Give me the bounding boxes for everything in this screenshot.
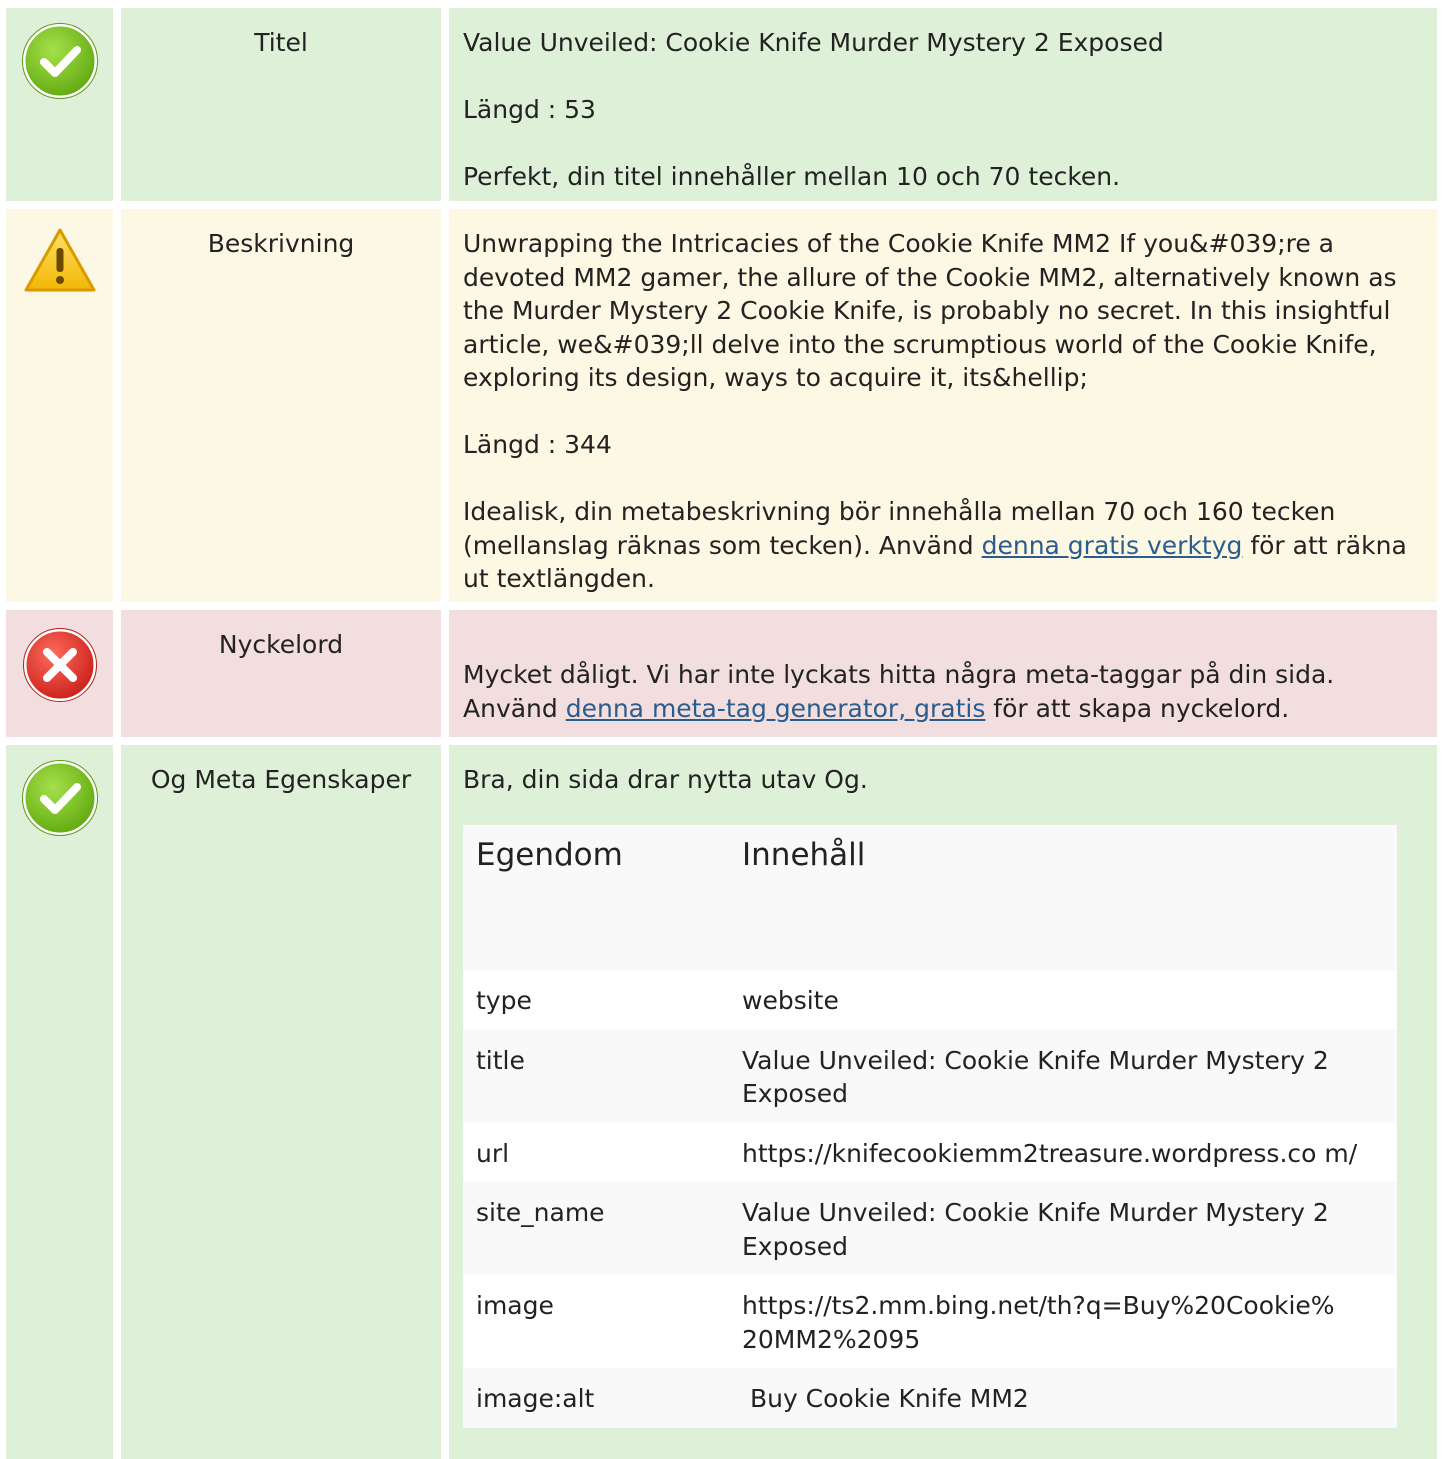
keywords-status-cell xyxy=(6,610,113,737)
description-label: Beskrivning xyxy=(121,209,441,602)
og-properties-table: Egendom Innehåll type website title Valu… xyxy=(463,825,1397,1428)
table-header-content: Innehåll xyxy=(729,825,1397,970)
table-row: type website xyxy=(463,970,1397,1030)
og-label: Og Meta Egenskaper xyxy=(121,745,441,1459)
title-message: Perfekt, din titel innehåller mellan 10 … xyxy=(463,162,1121,191)
og-property: title xyxy=(463,1029,729,1123)
description-length: Längd : 344 xyxy=(463,430,612,459)
description-message: Idealisk, din metabeskrivning bör innehå… xyxy=(463,495,1423,596)
table-row: image:alt Buy Cookie Knife MM2 xyxy=(463,1368,1397,1428)
table-row: url https://knifecookiemm2treasure.wordp… xyxy=(463,1122,1397,1182)
title-status-cell xyxy=(6,8,113,201)
og-property: url xyxy=(463,1122,729,1182)
keywords-content: Mycket dåligt. Vi har inte lyckats hitta… xyxy=(449,610,1437,737)
table-row: title Value Unveiled: Cookie Knife Murde… xyxy=(463,1029,1397,1123)
og-value: Value Unveiled: Cookie Knife Murder Myst… xyxy=(729,1029,1397,1123)
og-property: image:alt xyxy=(463,1368,729,1428)
title-text: Value Unveiled: Cookie Knife Murder Myst… xyxy=(463,28,1164,57)
error-x-icon xyxy=(23,628,97,702)
warning-icon xyxy=(24,228,96,292)
description-text: Unwrapping the Intricacies of the Cookie… xyxy=(463,229,1397,392)
og-property: type xyxy=(463,970,729,1030)
title-label: Titel xyxy=(121,8,441,201)
check-circle-icon xyxy=(22,23,98,99)
og-property: image xyxy=(463,1275,729,1368)
og-value: Value Unveiled: Cookie Knife Murder Myst… xyxy=(729,1182,1397,1275)
keywords-label: Nyckelord xyxy=(121,610,441,737)
table-header-property: Egendom xyxy=(463,825,729,970)
meta-tag-generator-link[interactable]: denna meta-tag generator, gratis xyxy=(566,694,986,723)
og-value: https://ts2.mm.bing.net/th?q=Buy%20Cooki… xyxy=(729,1275,1397,1368)
description-content: Unwrapping the Intricacies of the Cookie… xyxy=(449,209,1437,602)
og-status-cell xyxy=(6,745,113,1459)
keywords-message: Mycket dåligt. Vi har inte lyckats hitta… xyxy=(463,658,1423,725)
table-row: site_name Value Unveiled: Cookie Knife M… xyxy=(463,1182,1397,1275)
keywords-message-end: för att skapa nyckelord. xyxy=(985,693,1290,723)
description-status-cell xyxy=(6,209,113,602)
og-message: Bra, din sida drar nytta utav Og. xyxy=(463,765,868,794)
og-value: https://knifecookiemm2treasure.wordpress… xyxy=(729,1122,1397,1182)
og-content: Bra, din sida drar nytta utav Og. Egendo… xyxy=(449,745,1437,1459)
text-length-tool-link[interactable]: denna gratis verktyg xyxy=(982,531,1243,560)
title-content: Value Unveiled: Cookie Knife Murder Myst… xyxy=(449,8,1437,201)
table-row: image https://ts2.mm.bing.net/th?q=Buy%2… xyxy=(463,1275,1397,1368)
title-length: Längd : 53 xyxy=(463,95,596,124)
og-property: site_name xyxy=(463,1182,729,1275)
check-circle-icon xyxy=(22,760,98,836)
og-value: Buy Cookie Knife MM2 xyxy=(729,1368,1397,1428)
og-value: website xyxy=(729,970,1397,1030)
